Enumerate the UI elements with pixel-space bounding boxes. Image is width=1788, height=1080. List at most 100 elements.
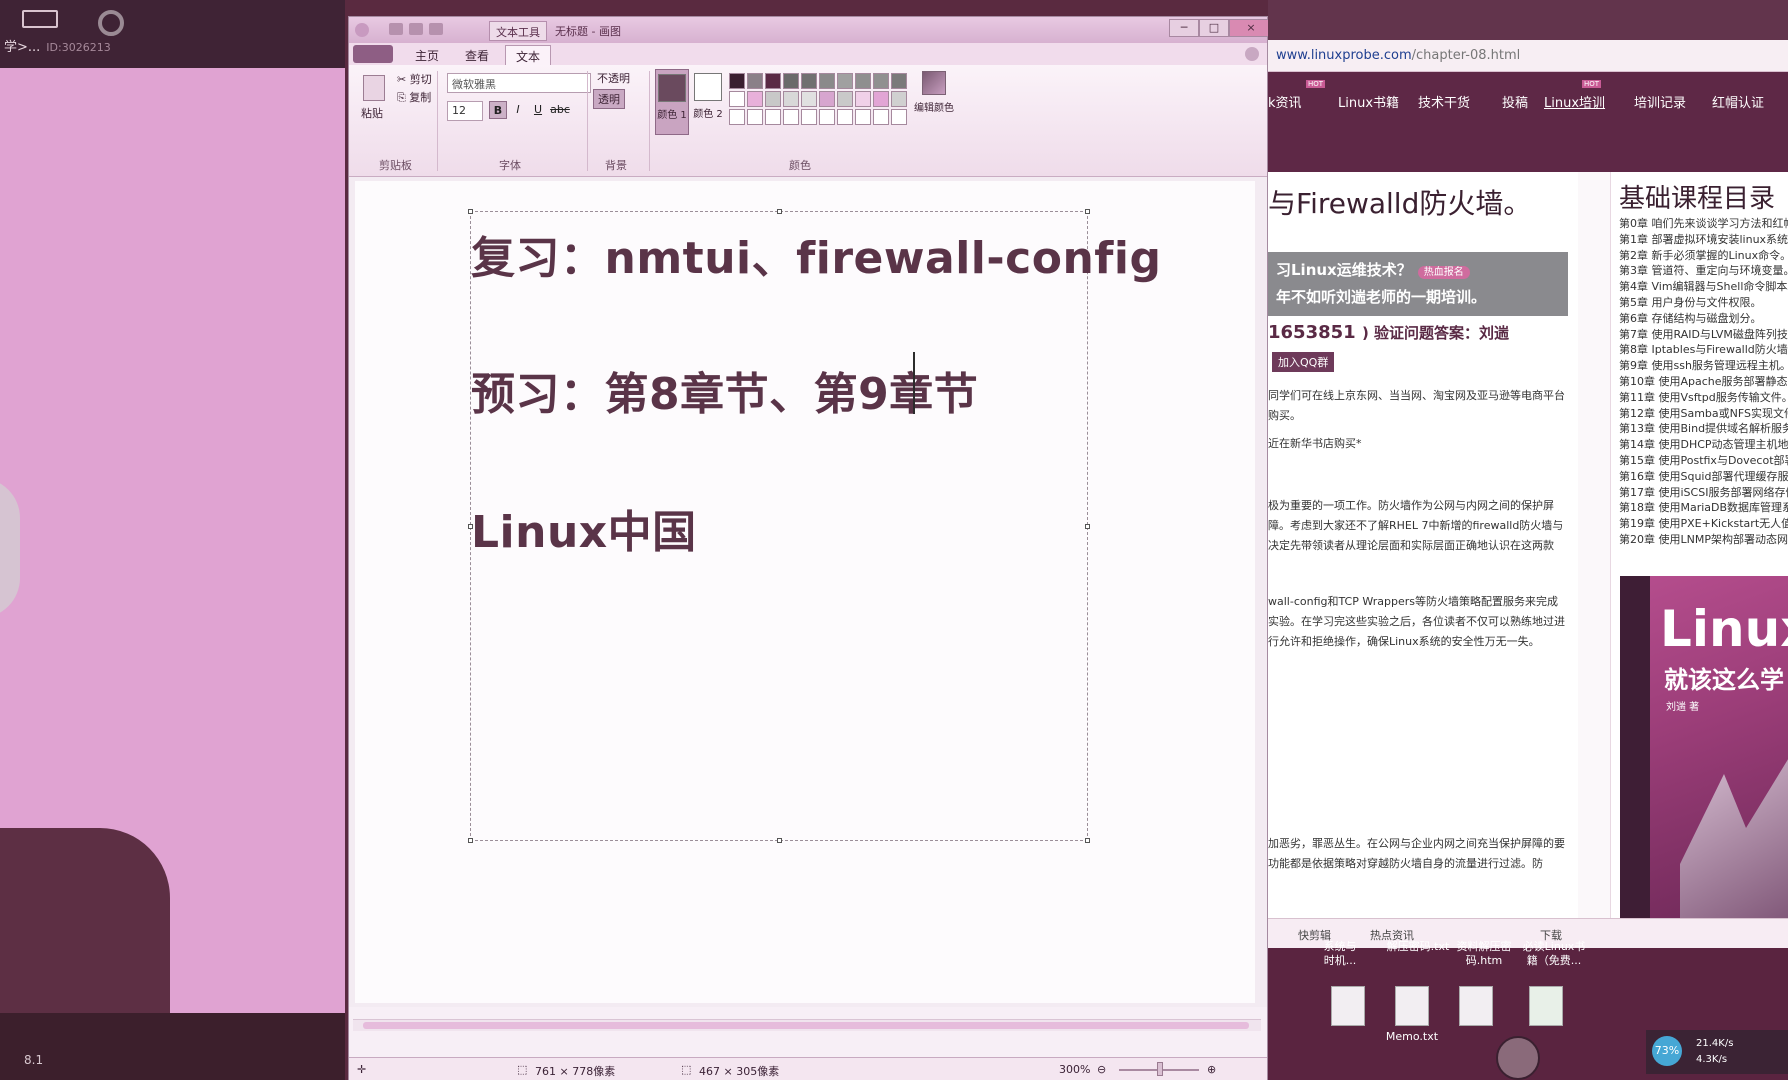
- color-swatch[interactable]: [729, 91, 745, 107]
- nav-linux-books[interactable]: Linux书籍: [1338, 92, 1399, 111]
- color-swatch[interactable]: [855, 109, 871, 125]
- resize-handle[interactable]: [468, 838, 473, 843]
- color-swatch[interactable]: [801, 73, 817, 89]
- chapter-link[interactable]: 第1章 部署虚拟环境安装linux系统。: [1619, 232, 1788, 248]
- color-swatch[interactable]: [729, 109, 745, 125]
- chapter-link[interactable]: 第7章 使用RAID与LVM磁盘阵列技术: [1619, 327, 1788, 343]
- color-swatch[interactable]: [729, 73, 745, 89]
- color-swatch[interactable]: [891, 91, 907, 107]
- chapter-link[interactable]: 第9章 使用ssh服务管理远程主机。: [1619, 358, 1788, 374]
- color-swatch[interactable]: [819, 73, 835, 89]
- resize-handle[interactable]: [468, 209, 473, 214]
- scrollbar-thumb[interactable]: [363, 1022, 1249, 1029]
- tab-home[interactable]: 主页: [405, 45, 449, 65]
- desktop-icon[interactable]: 系统与 时机...: [1308, 940, 1372, 968]
- color-swatch[interactable]: [765, 109, 781, 125]
- color1-button[interactable]: 颜色 1: [655, 69, 689, 135]
- italic-button[interactable]: I: [509, 101, 527, 119]
- undo-icon[interactable]: [409, 23, 423, 35]
- redo-icon[interactable]: [429, 23, 443, 35]
- color-swatch[interactable]: [873, 109, 889, 125]
- nav-tech[interactable]: 技术干货: [1418, 92, 1470, 111]
- resize-handle[interactable]: [1085, 838, 1090, 843]
- chapter-link[interactable]: 第13章 使用Bind提供域名解析服务: [1619, 421, 1788, 437]
- desktop-file-icon[interactable]: [1316, 986, 1380, 1030]
- chapter-link[interactable]: 第6章 存储结构与磁盘划分。: [1619, 311, 1788, 327]
- chapter-link[interactable]: 第4章 Vim编辑器与Shell命令脚本。: [1619, 279, 1788, 295]
- color-swatch[interactable]: [891, 73, 907, 89]
- excel-file-icon[interactable]: [1514, 986, 1578, 1030]
- join-qq-button[interactable]: 加入QQ群: [1272, 352, 1335, 372]
- horizontal-scrollbar[interactable]: [353, 1019, 1261, 1031]
- resize-handle[interactable]: [1085, 524, 1090, 529]
- desktop-icon[interactable]: 资料解压密 码.htm: [1452, 940, 1516, 968]
- color-swatch[interactable]: [801, 91, 817, 107]
- color-swatch[interactable]: [873, 73, 889, 89]
- nav-training[interactable]: Linux培训 HOT: [1544, 80, 1605, 111]
- zoom-in-button[interactable]: ⊕: [1207, 1063, 1216, 1076]
- color-swatch[interactable]: [855, 73, 871, 89]
- zoom-slider-thumb[interactable]: [1157, 1062, 1163, 1076]
- chapter-link[interactable]: 第12章 使用Samba或NFS实现文件: [1619, 406, 1788, 422]
- color-swatch[interactable]: [747, 91, 763, 107]
- chapter-link[interactable]: 第2章 新手必须掌握的Linux命令。: [1619, 248, 1788, 264]
- color-swatch[interactable]: [783, 91, 799, 107]
- color-swatch[interactable]: [819, 109, 835, 125]
- minimize-button[interactable]: ─: [1169, 19, 1199, 37]
- chapter-link[interactable]: 第8章 Iptables与Firewalld防火墙。: [1619, 342, 1788, 358]
- nav-records[interactable]: 培训记录: [1634, 92, 1686, 111]
- color-swatch[interactable]: [747, 109, 763, 125]
- chapter-link[interactable]: 第17章 使用iSCSI服务部署网络存储: [1619, 485, 1788, 501]
- paint-menu-button[interactable]: [353, 45, 393, 63]
- canvas[interactable]: 复习：nmtui、firewall-config 预习：第8章节、第9章节 Li…: [355, 181, 1255, 1003]
- font-family-select[interactable]: 微软雅黑: [447, 73, 591, 93]
- paint-app-icon[interactable]: [355, 23, 369, 37]
- color-swatch[interactable]: [765, 73, 781, 89]
- color-swatch[interactable]: [819, 91, 835, 107]
- font-size-select[interactable]: 12: [447, 101, 483, 121]
- bold-button[interactable]: B: [489, 101, 507, 119]
- settings-icon[interactable]: [98, 10, 124, 36]
- color-swatch[interactable]: [837, 91, 853, 107]
- desktop-icon[interactable]: 必读Linux书 籍（免费...: [1522, 940, 1586, 968]
- color-swatch[interactable]: [891, 109, 907, 125]
- color-swatch[interactable]: [837, 73, 853, 89]
- close-button[interactable]: ×: [1229, 19, 1273, 37]
- chapter-link[interactable]: 第14章 使用DHCP动态管理主机地址: [1619, 437, 1788, 453]
- color-swatch[interactable]: [747, 73, 763, 89]
- color2-button[interactable]: 颜色 2: [691, 69, 725, 135]
- opaque-option[interactable]: 不透明: [593, 69, 634, 87]
- paste-button[interactable]: 粘贴: [361, 105, 383, 121]
- save-icon[interactable]: [389, 23, 403, 35]
- desktop-icon[interactable]: 解压密码.txt: [1386, 940, 1450, 954]
- chapter-link[interactable]: 第15章 使用Postfix与Dovecot部署: [1619, 453, 1788, 469]
- memo-file-icon[interactable]: Memo.txt: [1380, 986, 1444, 1044]
- chapter-link[interactable]: 第0章 咱们先来谈谈学习方法和红帽: [1619, 216, 1788, 232]
- strikethrough-button[interactable]: abc: [549, 101, 571, 119]
- chapter-link[interactable]: 第16章 使用Squid部署代理缓存服务: [1619, 469, 1788, 485]
- color-swatch[interactable]: [855, 91, 871, 107]
- context-tab-text-tools[interactable]: 文本工具: [489, 21, 547, 41]
- nav-news[interactable]: k资讯 HOT: [1268, 80, 1326, 111]
- underline-button[interactable]: U: [529, 101, 547, 119]
- transparent-option[interactable]: 透明: [593, 89, 625, 109]
- cut-button[interactable]: ✂ 剪切: [397, 71, 432, 87]
- resize-handle[interactable]: [1085, 209, 1090, 214]
- color-swatch[interactable]: [801, 109, 817, 125]
- color-swatch[interactable]: [783, 109, 799, 125]
- desktop-file-icon[interactable]: [1444, 986, 1508, 1030]
- chapter-link[interactable]: 第18章 使用MariaDB数据库管理系统: [1619, 500, 1788, 516]
- training-banner[interactable]: 习Linux运维技术？ 热血报名 年不如听刘遄老师的一期培训。: [1268, 252, 1568, 316]
- tab-text[interactable]: 文本: [505, 45, 552, 65]
- color-swatch[interactable]: [873, 91, 889, 107]
- maximize-button[interactable]: □: [1199, 19, 1229, 37]
- chapter-link[interactable]: 第10章 使用Apache服务部署静态网: [1619, 374, 1788, 390]
- zoom-out-button[interactable]: ⊖: [1097, 1063, 1106, 1076]
- paint-titlebar[interactable]: 文本工具 无标题 - 画图 ─ □ ×: [349, 17, 1273, 43]
- resize-handle[interactable]: [777, 209, 782, 214]
- copy-button[interactable]: ⎘ 复制: [397, 89, 431, 105]
- tab-view[interactable]: 查看: [455, 45, 499, 65]
- color-swatch[interactable]: [765, 91, 781, 107]
- chapter-link[interactable]: 第20章 使用LNMP架构部署动态网站: [1619, 532, 1788, 548]
- text-box[interactable]: 复习：nmtui、firewall-config 预习：第8章节、第9章节 Li…: [468, 209, 1161, 843]
